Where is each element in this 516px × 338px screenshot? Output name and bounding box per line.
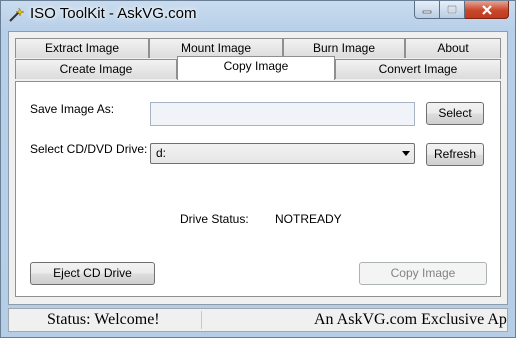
- minimize-button[interactable]: [414, 1, 440, 19]
- title-bar[interactable]: ISO ToolKit - AskVG.com: [1, 1, 515, 29]
- drive-status-value: NOTREADY: [275, 212, 342, 226]
- close-icon: [481, 4, 492, 15]
- copy-image-button: Copy Image: [359, 262, 487, 285]
- refresh-button[interactable]: Refresh: [426, 143, 484, 166]
- window-controls: [414, 1, 509, 20]
- save-image-input[interactable]: [150, 102, 415, 126]
- tab-burn-image[interactable]: Burn Image: [283, 38, 405, 58]
- drive-status-label: Drive Status:: [180, 212, 249, 226]
- status-bar: Status: Welcome! An AskVG.com Exclusive …: [8, 308, 508, 332]
- wand-icon: [8, 7, 25, 23]
- eject-cd-drive-button[interactable]: Eject CD Drive: [30, 262, 155, 285]
- client-area: Extract Image Mount Image Burn Image Abo…: [8, 31, 508, 305]
- tab-mount-image[interactable]: Mount Image: [149, 38, 283, 58]
- tab-convert-image[interactable]: Convert Image: [335, 59, 501, 79]
- tab-create-image[interactable]: Create Image: [15, 59, 177, 79]
- save-image-label: Save Image As:: [30, 102, 115, 116]
- tab-about[interactable]: About: [405, 38, 501, 58]
- close-button[interactable]: [465, 1, 509, 19]
- tab-extract-image[interactable]: Extract Image: [15, 38, 149, 58]
- maximize-button[interactable]: [440, 1, 465, 19]
- drive-select[interactable]: d:: [150, 143, 415, 164]
- status-divider: [201, 311, 202, 329]
- app-window: ISO ToolKit - AskVG.com Extract Image Mo…: [0, 0, 516, 338]
- status-message: Status: Welcome!: [47, 311, 160, 328]
- status-credit: An AskVG.com Exclusive Ap: [314, 311, 507, 328]
- chevron-down-icon[interactable]: [402, 151, 410, 156]
- minimize-icon: [422, 10, 432, 13]
- select-button[interactable]: Select: [426, 102, 484, 125]
- tab-copy-image[interactable]: Copy Image: [177, 56, 335, 80]
- maximize-icon: [447, 5, 457, 14]
- window-title: ISO ToolKit - AskVG.com: [30, 5, 197, 22]
- drive-select-label: Select CD/DVD Drive:: [30, 142, 148, 156]
- drive-select-value: d:: [156, 146, 167, 160]
